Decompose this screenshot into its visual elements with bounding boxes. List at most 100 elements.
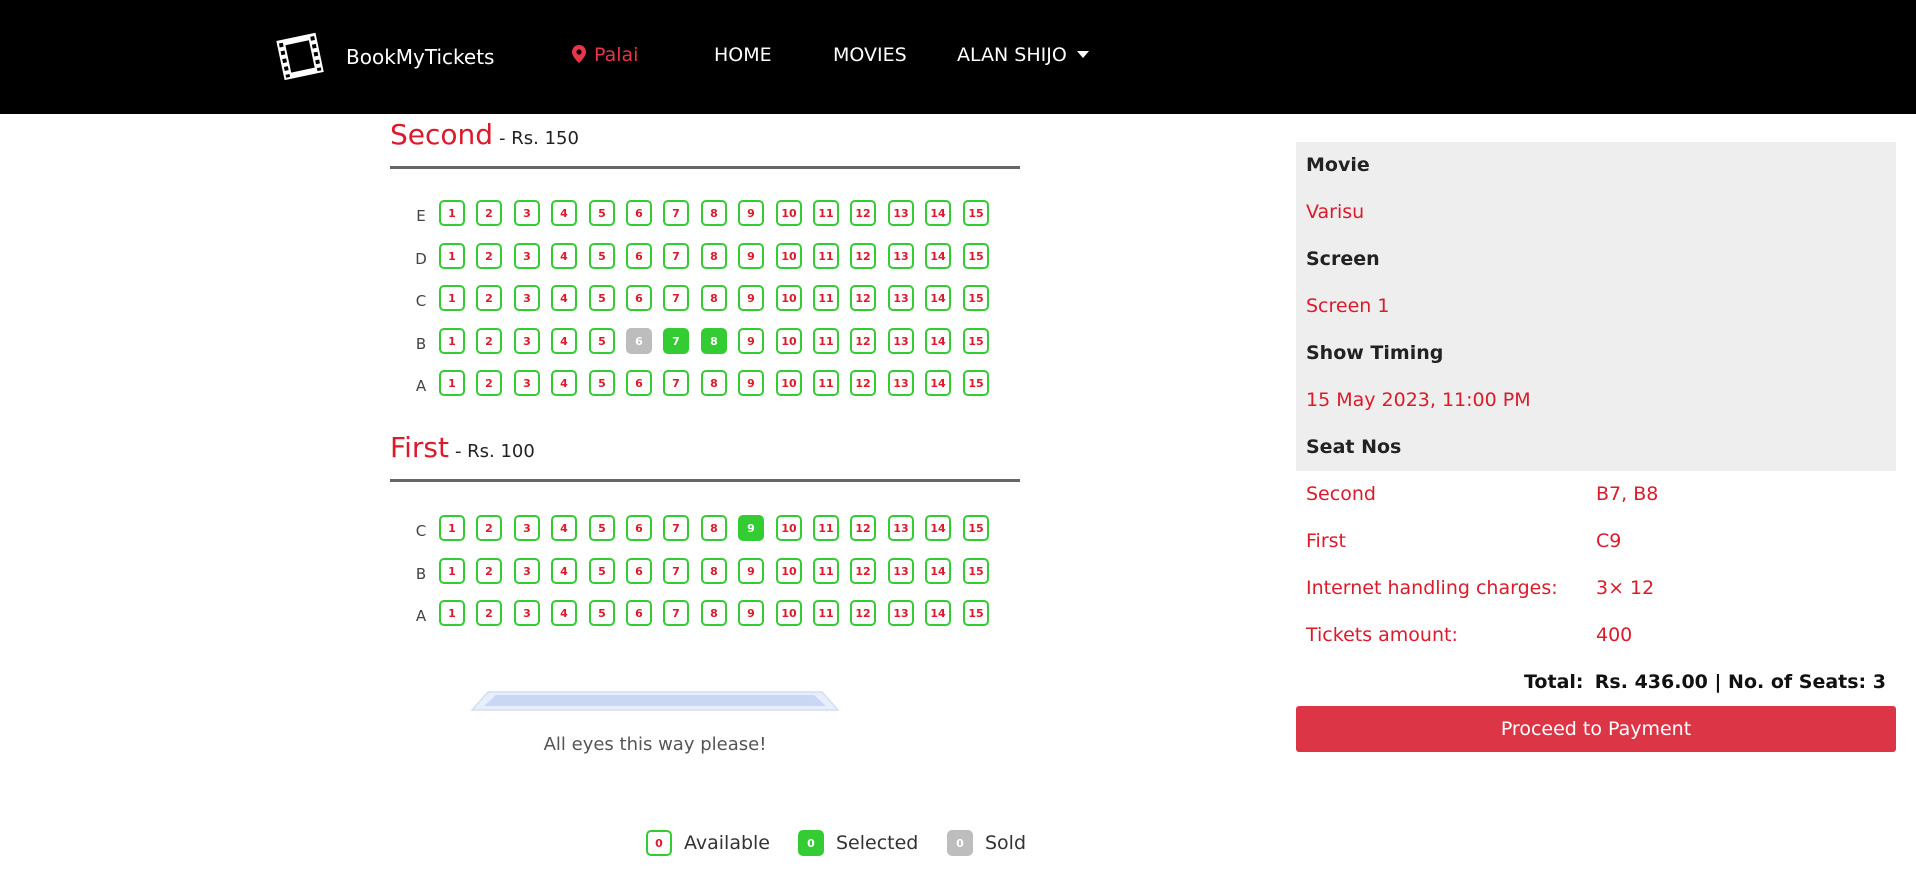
seat-available[interactable]: 11 [813, 515, 839, 541]
seat-available[interactable]: 5 [589, 600, 615, 626]
seat-available[interactable]: 10 [776, 600, 802, 626]
seat-available[interactable]: 10 [776, 370, 802, 396]
seat-available[interactable]: 12 [850, 600, 876, 626]
seat-available[interactable]: 9 [738, 600, 764, 626]
seat-available[interactable]: 1 [439, 200, 465, 226]
seat-available[interactable]: 6 [626, 558, 652, 584]
seat-available[interactable]: 5 [589, 285, 615, 311]
seat-available[interactable]: 11 [813, 285, 839, 311]
seat-available[interactable]: 8 [701, 200, 727, 226]
seat-available[interactable]: 15 [963, 285, 989, 311]
seat-available[interactable]: 9 [738, 370, 764, 396]
seat-available[interactable]: 13 [888, 515, 914, 541]
seat-available[interactable]: 4 [551, 515, 577, 541]
seat-available[interactable]: 11 [813, 600, 839, 626]
seat-available[interactable]: 14 [925, 200, 951, 226]
brand-name[interactable]: BookMyTickets [346, 45, 494, 69]
seat-available[interactable]: 12 [850, 200, 876, 226]
nav-movies-link[interactable]: MOVIES [833, 44, 907, 66]
seat-available[interactable]: 8 [701, 558, 727, 584]
seat-available[interactable]: 4 [551, 200, 577, 226]
film-reel-logo-icon[interactable] [272, 28, 332, 83]
seat-available[interactable]: 9 [738, 285, 764, 311]
user-menu-dropdown[interactable]: ALAN SHIJO [957, 44, 1089, 66]
seat-available[interactable]: 4 [551, 285, 577, 311]
seat-available[interactable]: 9 [738, 243, 764, 269]
seat-available[interactable]: 10 [776, 515, 802, 541]
seat-available[interactable]: 10 [776, 328, 802, 354]
seat-available[interactable]: 12 [850, 328, 876, 354]
seat-available[interactable]: 1 [439, 558, 465, 584]
seat-available[interactable]: 14 [925, 600, 951, 626]
seat-available[interactable]: 15 [963, 328, 989, 354]
seat-available[interactable]: 11 [813, 370, 839, 396]
seat-available[interactable]: 9 [738, 328, 764, 354]
seat-available[interactable]: 10 [776, 285, 802, 311]
seat-available[interactable]: 7 [663, 600, 689, 626]
seat-available[interactable]: 8 [701, 515, 727, 541]
location-selector[interactable]: Palai [572, 44, 638, 68]
seat-available[interactable]: 5 [589, 200, 615, 226]
seat-available[interactable]: 8 [701, 285, 727, 311]
seat-available[interactable]: 13 [888, 558, 914, 584]
seat-available[interactable]: 15 [963, 515, 989, 541]
seat-available[interactable]: 3 [514, 558, 540, 584]
seat-available[interactable]: 15 [963, 370, 989, 396]
seat-available[interactable]: 1 [439, 285, 465, 311]
seat-available[interactable]: 15 [963, 558, 989, 584]
seat-selected[interactable]: 9 [738, 515, 764, 541]
seat-available[interactable]: 1 [439, 515, 465, 541]
seat-available[interactable]: 13 [888, 328, 914, 354]
seat-available[interactable]: 6 [626, 285, 652, 311]
seat-available[interactable]: 6 [626, 515, 652, 541]
seat-available[interactable]: 2 [476, 558, 502, 584]
seat-available[interactable]: 4 [551, 243, 577, 269]
seat-available[interactable]: 15 [963, 200, 989, 226]
seat-available[interactable]: 13 [888, 370, 914, 396]
seat-available[interactable]: 10 [776, 558, 802, 584]
seat-available[interactable]: 12 [850, 558, 876, 584]
seat-available[interactable]: 10 [776, 200, 802, 226]
seat-available[interactable]: 7 [663, 243, 689, 269]
seat-available[interactable]: 4 [551, 558, 577, 584]
seat-available[interactable]: 8 [701, 600, 727, 626]
proceed-to-payment-button[interactable]: Proceed to Payment [1296, 706, 1896, 752]
seat-available[interactable]: 14 [925, 515, 951, 541]
seat-available[interactable]: 13 [888, 600, 914, 626]
seat-available[interactable]: 6 [626, 200, 652, 226]
seat-available[interactable]: 2 [476, 515, 502, 541]
seat-available[interactable]: 2 [476, 370, 502, 396]
seat-available[interactable]: 14 [925, 328, 951, 354]
seat-available[interactable]: 14 [925, 370, 951, 396]
seat-available[interactable]: 7 [663, 285, 689, 311]
seat-available[interactable]: 11 [813, 243, 839, 269]
seat-available[interactable]: 2 [476, 200, 502, 226]
seat-available[interactable]: 6 [626, 370, 652, 396]
seat-available[interactable]: 3 [514, 200, 540, 226]
seat-available[interactable]: 13 [888, 200, 914, 226]
seat-available[interactable]: 13 [888, 285, 914, 311]
seat-available[interactable]: 5 [589, 370, 615, 396]
seat-available[interactable]: 6 [626, 600, 652, 626]
seat-available[interactable]: 3 [514, 243, 540, 269]
seat-available[interactable]: 2 [476, 285, 502, 311]
seat-available[interactable]: 5 [589, 243, 615, 269]
seat-available[interactable]: 4 [551, 600, 577, 626]
seat-available[interactable]: 1 [439, 600, 465, 626]
seat-available[interactable]: 7 [663, 370, 689, 396]
seat-selected[interactable]: 7 [663, 328, 689, 354]
seat-available[interactable]: 10 [776, 243, 802, 269]
seat-available[interactable]: 5 [589, 515, 615, 541]
seat-available[interactable]: 12 [850, 370, 876, 396]
seat-available[interactable]: 3 [514, 328, 540, 354]
seat-available[interactable]: 2 [476, 328, 502, 354]
seat-available[interactable]: 3 [514, 285, 540, 311]
seat-available[interactable]: 11 [813, 558, 839, 584]
seat-available[interactable]: 5 [589, 328, 615, 354]
seat-available[interactable]: 4 [551, 328, 577, 354]
nav-home-link[interactable]: HOME [714, 44, 772, 66]
seat-available[interactable]: 7 [663, 200, 689, 226]
seat-available[interactable]: 11 [813, 200, 839, 226]
seat-available[interactable]: 3 [514, 515, 540, 541]
seat-available[interactable]: 6 [626, 243, 652, 269]
